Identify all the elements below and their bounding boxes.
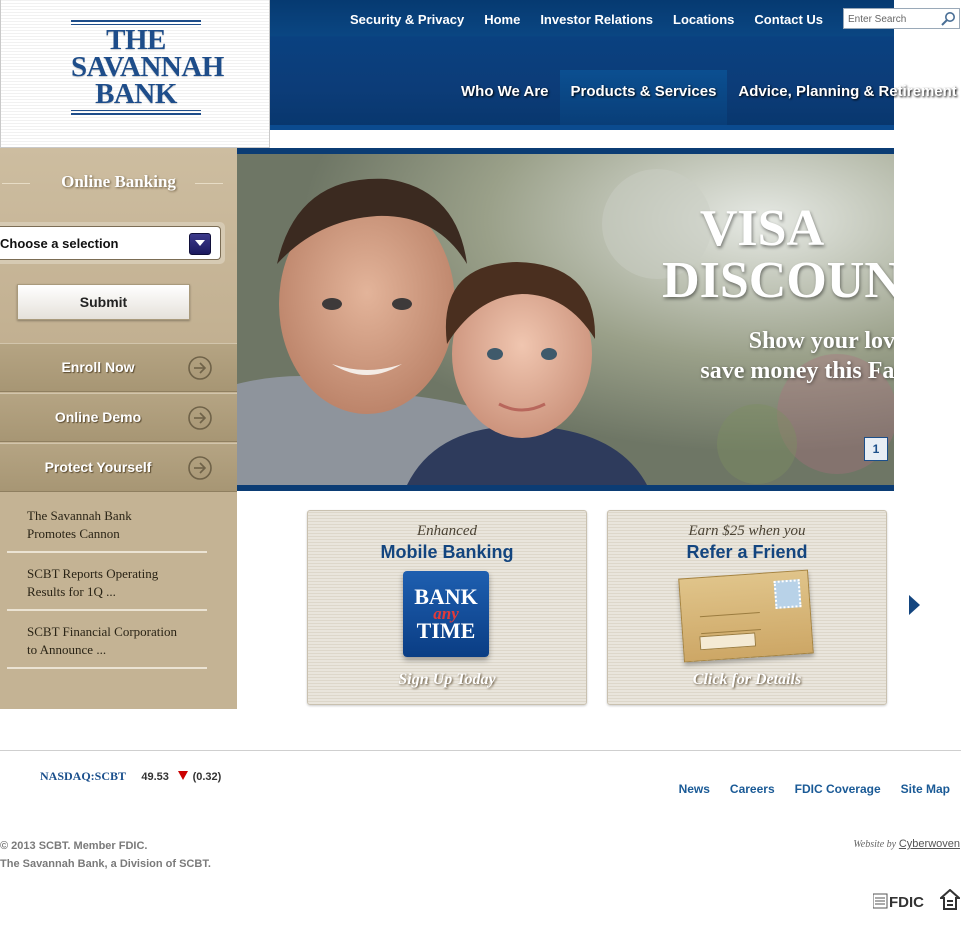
news-list: The Savannah Bank Promotes Cannon SCBT R… — [0, 495, 237, 709]
footer-divider — [0, 750, 961, 751]
logo-rule — [71, 20, 201, 22]
account-select[interactable]: Choose a selection — [0, 226, 221, 260]
next-arrow-icon[interactable] — [907, 593, 921, 617]
logo-rule — [71, 110, 201, 111]
hero-title: VISA DISCOUN — [632, 203, 894, 307]
logo-text-savannah: SAVANNAH — [71, 51, 224, 83]
footer-link-news[interactable]: News — [679, 782, 710, 796]
fdic-logo-icon: FDIC — [873, 893, 924, 911]
nav-locations[interactable]: Locations — [673, 12, 734, 30]
logo-text-bank: BANK — [95, 78, 177, 110]
savannah-bank-logo[interactable]: THE SAVANNAH BANK — [71, 18, 224, 126]
promo-card-refer-a-friend[interactable]: Earn $25 when you Refer a Friend Click f… — [607, 510, 887, 705]
ticker-change: (0.32) — [192, 771, 222, 783]
news-item-line: Promotes Cannon — [27, 526, 120, 541]
news-item-line: to Announce ... — [27, 642, 107, 657]
copyright-line: The Savannah Bank, a Division of SCBT. — [0, 858, 211, 870]
envelope-lines — [699, 612, 762, 635]
hero-banner[interactable]: VISA DISCOUN Show your love an save mone… — [237, 148, 894, 491]
nav-contact-us[interactable]: Contact Us — [754, 12, 823, 30]
equal-housing-icon — [940, 889, 960, 910]
nav-products-services[interactable]: Products & Services — [559, 70, 728, 125]
nav-advice-planning-retirement[interactable]: Advice, Planning & Retirement — [727, 70, 961, 125]
footer-links: News Careers FDIC Coverage Site Map — [679, 782, 950, 796]
card-cta[interactable]: Click for Details — [608, 671, 886, 689]
envelope-icon — [678, 569, 814, 663]
submit-button[interactable]: Submit — [17, 284, 190, 320]
news-item[interactable]: The Savannah Bank Promotes Cannon — [7, 495, 207, 553]
logo-text-the: THE — [106, 24, 166, 56]
search-input[interactable] — [848, 12, 938, 26]
card-headline: Refer a Friend — [686, 542, 808, 562]
copyright: © 2013 SCBT. Member FDIC. The Savannah B… — [0, 837, 211, 873]
arrow-circle-icon — [188, 456, 212, 480]
fdic-text: FDIC — [889, 894, 924, 911]
stock-ticker: NASDAQ:SCBT 49.53 (0.32) — [40, 769, 221, 784]
slide-indicator-1[interactable]: 1 — [864, 437, 888, 461]
footer-link-fdic-coverage[interactable]: FDIC Coverage — [795, 782, 881, 796]
arrow-circle-icon — [188, 356, 212, 380]
news-item[interactable]: SCBT Financial Corporation to Announce .… — [7, 611, 207, 669]
sidebar: Online Banking Choose a selection Submit… — [0, 148, 237, 709]
logo-rule — [71, 113, 201, 115]
footer-link-site-map[interactable]: Site Map — [901, 782, 950, 796]
badge-text: TIME — [416, 618, 476, 643]
promo-card-mobile-banking[interactable]: Enhanced Mobile Banking BANK any TIME Si… — [307, 510, 587, 705]
down-arrow-icon — [178, 771, 189, 780]
news-item-line: Results for 1Q ... — [27, 584, 116, 599]
protect-yourself-button[interactable]: Protect Yourself — [0, 443, 237, 492]
footer-link-careers[interactable]: Careers — [730, 782, 775, 796]
logo-box[interactable]: THE SAVANNAH BANK — [0, 0, 270, 148]
bank-any-time-badge: BANK any TIME — [403, 571, 489, 657]
stamp-icon — [773, 579, 802, 609]
news-item-line: The Savannah Bank — [27, 508, 132, 523]
enroll-now-label: Enroll Now — [61, 359, 135, 375]
card-cta[interactable]: Sign Up Today — [308, 671, 586, 689]
main-nav: Who We Are Products & Services Advice, P… — [450, 70, 961, 125]
protect-yourself-label: Protect Yourself — [44, 459, 152, 475]
card-kicker: Enhanced — [417, 523, 477, 539]
nav-home[interactable]: Home — [484, 12, 520, 30]
hero-subtitle-line: Show your love an — [748, 328, 894, 354]
site-credit: Website by Cyberwoven — [853, 838, 960, 850]
envelope-label — [699, 632, 757, 651]
account-select-wrapper: Choose a selection — [0, 222, 225, 264]
news-item-line: SCBT Financial Corporation — [27, 624, 177, 639]
hero-photo: VISA DISCOUN Show your love an save mone… — [237, 154, 894, 485]
ticker-price: 49.53 — [141, 771, 169, 783]
ticker-symbol[interactable]: NASDAQ:SCBT — [40, 769, 126, 783]
credit-prefix: Website by — [853, 839, 897, 850]
top-nav: Security & Privacy Home Investor Relatio… — [350, 12, 823, 30]
online-demo-label: Online Demo — [54, 409, 142, 425]
enroll-now-button[interactable]: Enroll Now — [0, 343, 237, 392]
chevron-down-icon[interactable] — [189, 233, 211, 255]
online-demo-button[interactable]: Online Demo — [0, 393, 237, 442]
online-banking-panel: Online Banking Choose a selection Submit — [0, 148, 237, 343]
news-item[interactable]: SCBT Reports Operating Results for 1Q ..… — [7, 553, 207, 611]
arrow-circle-icon — [188, 406, 212, 430]
hero-title-line: DISCOUN — [662, 252, 894, 309]
header-strip — [270, 125, 894, 130]
cyberwoven-link[interactable]: Cyberwoven — [899, 838, 960, 850]
card-headline: Mobile Banking — [380, 542, 514, 562]
copyright-line: © 2013 SCBT. Member FDIC. — [0, 840, 148, 852]
nav-who-we-are[interactable]: Who We Are — [450, 70, 560, 125]
hero-title-line: VISA — [699, 200, 825, 257]
search-box — [843, 8, 960, 29]
news-item-line: SCBT Reports Operating — [27, 566, 159, 581]
card-kicker: Earn $25 when you — [688, 523, 806, 539]
nav-investor-relations[interactable]: Investor Relations — [540, 12, 653, 30]
online-banking-title: Online Banking — [0, 172, 237, 192]
hero-subtitle-line: save money this Father — [700, 358, 894, 384]
nav-security-privacy[interactable]: Security & Privacy — [350, 12, 464, 30]
account-select-value: Choose a selection — [0, 236, 119, 251]
hero-subtitle: Show your love an save money this Father — [637, 326, 894, 386]
search-icon[interactable] — [940, 11, 956, 27]
